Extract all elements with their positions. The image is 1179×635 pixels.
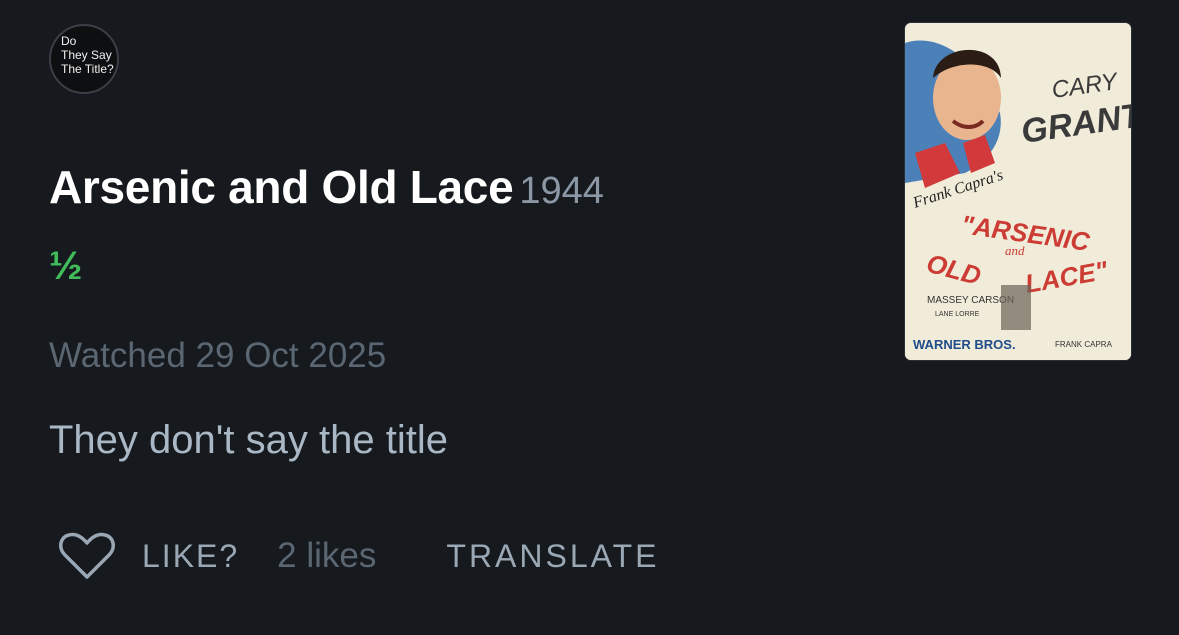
review-text: They don't say the title <box>49 418 448 462</box>
poster-studio: WARNER BROS. <box>913 337 1016 352</box>
likes-count[interactable]: 2 likes <box>277 536 376 576</box>
star-rating: ½ <box>49 244 83 288</box>
film-title[interactable]: Arsenic and Old Lace <box>49 161 514 213</box>
film-heading: Arsenic and Old Lace 1944 <box>49 160 604 214</box>
poster-cast-2: LANE LORRE <box>935 311 980 318</box>
avatar-line-2: They Say <box>61 48 112 62</box>
heart-icon[interactable] <box>58 531 116 581</box>
action-bar: LIKE? 2 likes TRANSLATE <box>58 528 660 584</box>
film-year[interactable]: 1944 <box>519 170 604 212</box>
like-button[interactable]: LIKE? <box>142 538 239 575</box>
poster-title-and: and <box>1005 243 1025 258</box>
avatar-line-1: Do <box>61 34 77 48</box>
diary-entry-screen: Do They Say The Title? Arsenic and Old L… <box>0 0 1179 635</box>
poster-director: FRANK CAPRA <box>1055 340 1113 349</box>
watched-date: Watched 29 Oct 2025 <box>49 336 387 375</box>
translate-button[interactable]: TRANSLATE <box>446 538 659 575</box>
avatar[interactable]: Do They Say The Title? <box>49 24 119 94</box>
poster-artwork: CARY GRANT Frank Capra's "ARSENIC OLD an… <box>905 23 1131 360</box>
film-poster[interactable]: CARY GRANT Frank Capra's "ARSENIC OLD an… <box>905 23 1131 360</box>
avatar-line-3: The Title? <box>61 62 114 76</box>
